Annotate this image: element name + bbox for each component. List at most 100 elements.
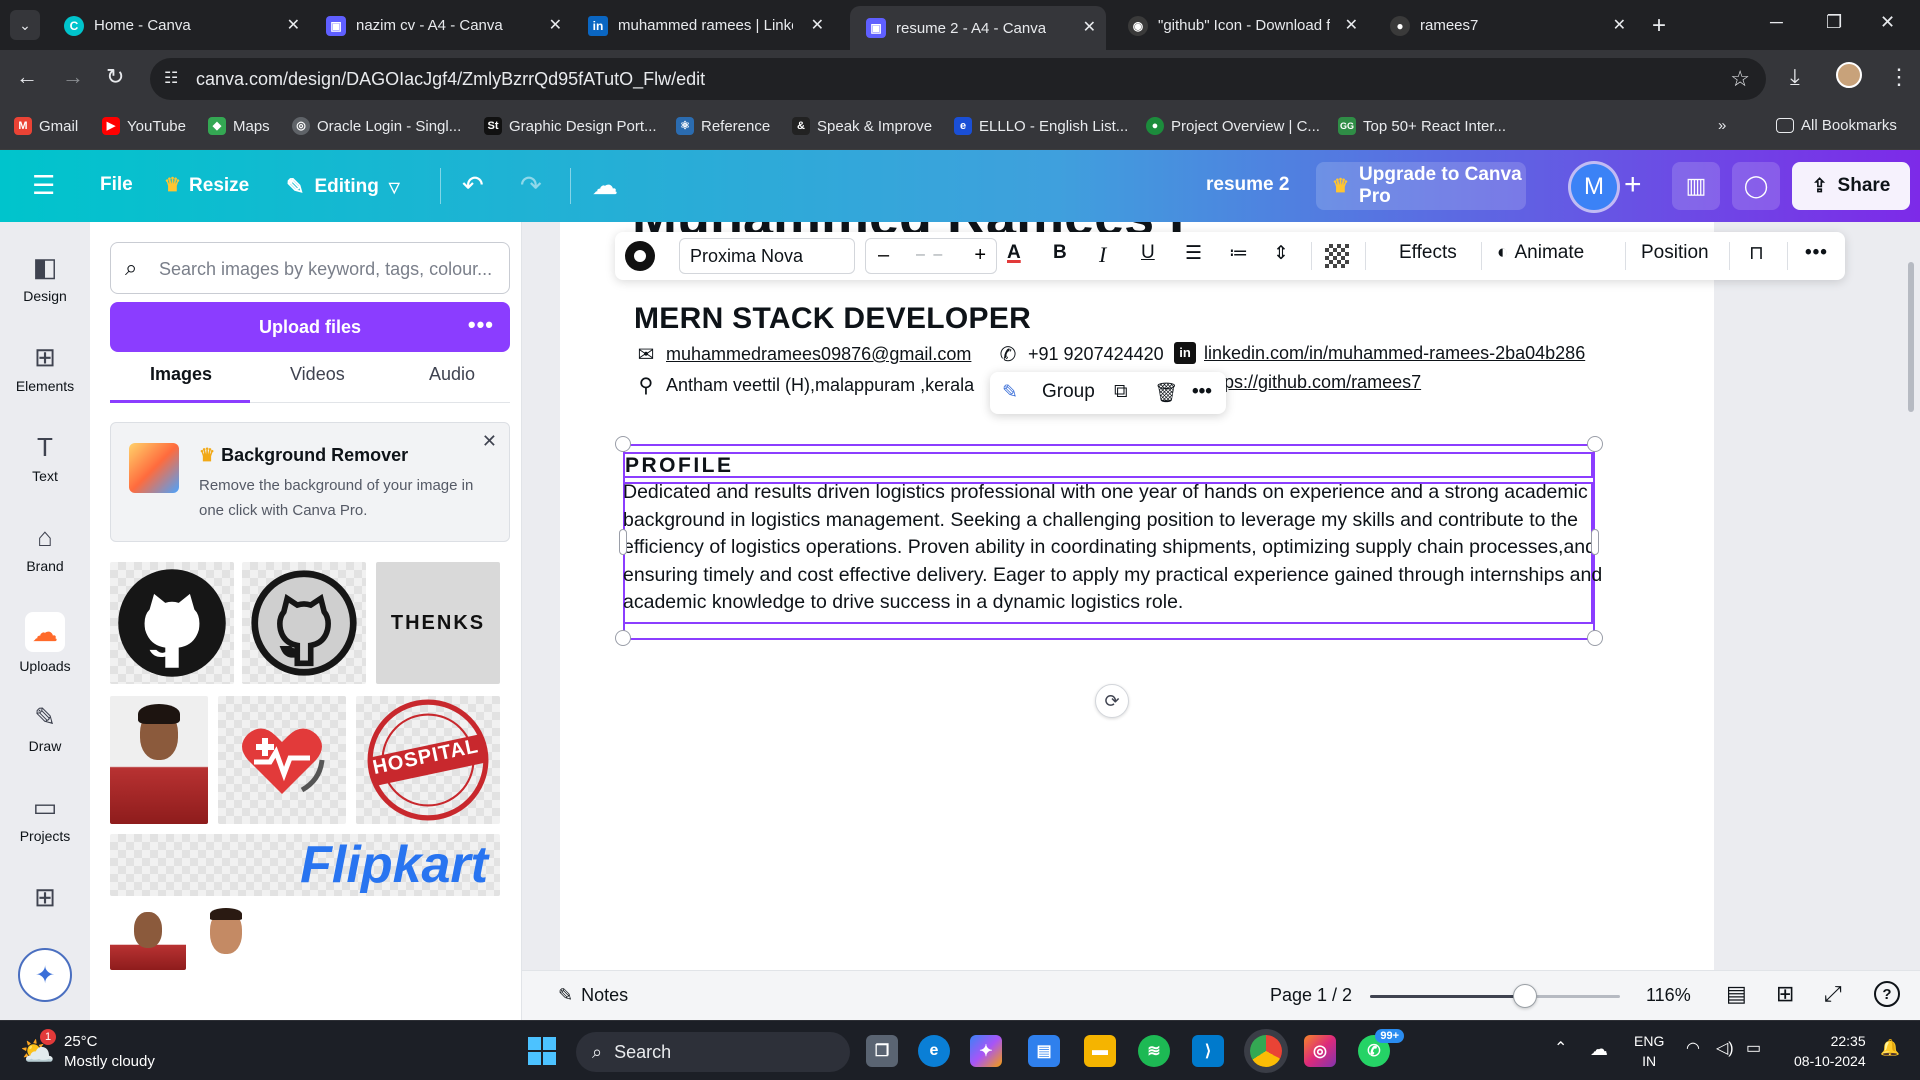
clock[interactable]: 22:35 08-10-2024: [1794, 1031, 1866, 1071]
bookmark-graphic-design[interactable]: St Graphic Design Port...: [484, 117, 657, 135]
effects-button[interactable]: Effects: [1399, 242, 1457, 264]
align-left-icon[interactable]: ☰: [1185, 242, 1202, 265]
editing-mode-dropdown[interactable]: ✎ Editing ▽: [286, 174, 400, 200]
contact-github[interactable]: ps://github.com/ramees7: [1224, 372, 1421, 393]
tab-audio[interactable]: Audio: [429, 364, 475, 385]
upload-github-outline[interactable]: [242, 562, 366, 684]
site-settings-icon[interactable]: ☷: [164, 68, 178, 88]
tab-resume-2[interactable]: ▣ resume 2 - A4 - Canva ✕: [850, 6, 1106, 50]
rail-projects[interactable]: ▭ Projects: [0, 792, 90, 844]
forward-icon[interactable]: →: [62, 64, 84, 90]
share-button[interactable]: ⇪ Share: [1792, 162, 1910, 210]
omnibox[interactable]: ☷ canva.com/design/DAGOIacJgf4/ZmlyBzrrQ…: [150, 58, 1766, 100]
font-family-dropdown[interactable]: Proxima Nova: [679, 238, 855, 274]
back-icon[interactable]: ←: [16, 64, 38, 90]
duplicate-icon[interactable]: ⧉: [1114, 381, 1128, 403]
undo-icon[interactable]: ↶: [462, 170, 484, 201]
contact-linkedin[interactable]: in linkedin.com/in/muhammed-ramees-2ba04b…: [1174, 342, 1585, 364]
volume-icon[interactable]: ◁): [1716, 1039, 1734, 1059]
grid-view-icon[interactable]: ⊞: [1776, 981, 1794, 1007]
resize-handle-top-right[interactable]: [1587, 436, 1603, 452]
file-explorer-icon[interactable]: ▬: [1084, 1035, 1116, 1067]
bookmark-ello[interactable]: e ELLLO - English List...: [954, 117, 1128, 135]
bullet-list-icon[interactable]: ≔: [1229, 242, 1248, 265]
search-box[interactable]: ⌕: [110, 242, 510, 294]
tab-github-icon[interactable]: ◉ "github" Icon - Download f ✕: [1112, 6, 1368, 44]
browser-menu-icon[interactable]: ⋮: [1888, 64, 1910, 90]
canvas-scrollbar[interactable]: [1908, 262, 1914, 412]
page-indicator[interactable]: Page 1 / 2: [1270, 985, 1352, 1006]
notifications-bell-icon[interactable]: 🔔: [1880, 1039, 1900, 1059]
font-size-value[interactable]: – –: [916, 246, 944, 264]
close-icon[interactable]: ✕: [482, 431, 497, 452]
close-window-icon[interactable]: ✕: [1880, 12, 1895, 33]
rail-design[interactable]: ◧ Design: [0, 252, 90, 304]
resize-handle-top-left[interactable]: [615, 436, 631, 452]
rail-text[interactable]: T Text: [0, 432, 90, 484]
resize-handle-bottom-right[interactable]: [1587, 630, 1603, 646]
background-remover-promo[interactable]: ♛ Background Remover Remove the backgroun…: [110, 422, 510, 542]
taskbar-search[interactable]: ⌕ Search: [576, 1032, 850, 1072]
upload-files-button[interactable]: Upload files •••: [110, 302, 510, 352]
upload-portrait-photo[interactable]: [110, 696, 208, 824]
line-spacing-icon[interactable]: ⇕: [1273, 242, 1289, 265]
redo-icon[interactable]: ↷: [520, 170, 542, 201]
tab-nazim-cv[interactable]: ▣ nazim cv - A4 - Canva ✕: [310, 6, 572, 44]
page-view-icon[interactable]: ▤: [1726, 981, 1747, 1007]
more-options-icon[interactable]: •••: [1805, 242, 1828, 264]
increase-size-icon[interactable]: +: [974, 244, 986, 267]
user-avatar[interactable]: M: [1571, 164, 1617, 210]
rail-draw[interactable]: ✎ Draw: [0, 702, 90, 754]
minimize-icon[interactable]: ─: [1770, 12, 1783, 33]
spotify-icon[interactable]: ≋: [1138, 1035, 1170, 1067]
profile-avatar[interactable]: [1836, 62, 1862, 88]
close-icon[interactable]: ✕: [1345, 15, 1358, 35]
resize-handle-bottom-left[interactable]: [615, 630, 631, 646]
download-icon[interactable]: ⤓: [1790, 64, 1800, 90]
delete-trash-icon[interactable]: 🗑: [1154, 381, 1178, 405]
group-button[interactable]: Group: [1042, 381, 1095, 403]
tab-images[interactable]: Images: [150, 364, 212, 385]
copy-style-paint-roller-icon[interactable]: ⊓: [1749, 242, 1764, 265]
bookmark-speak-improve[interactable]: & Speak & Improve: [792, 117, 932, 135]
bookmark-youtube[interactable]: ▶ YouTube: [102, 117, 186, 135]
fullscreen-icon[interactable]: ⤢: [1824, 981, 1842, 1007]
rail-apps[interactable]: ⊞: [0, 882, 90, 918]
edge-browser-icon[interactable]: e: [918, 1035, 950, 1067]
bookmark-star-icon[interactable]: ☆: [1730, 66, 1750, 92]
italic-icon[interactable]: I: [1099, 242, 1106, 268]
more-options-icon[interactable]: •••: [1192, 381, 1212, 403]
upload-thenks-logo[interactable]: THENKS: [376, 562, 500, 684]
instagram-icon[interactable]: ◎: [1304, 1035, 1336, 1067]
document-title[interactable]: resume 2: [1206, 174, 1289, 196]
insights-chart-icon[interactable]: ▥: [1672, 162, 1720, 210]
notepad-icon[interactable]: ▤: [1028, 1035, 1060, 1067]
profile-paragraph[interactable]: Dedicated and results driven logistics p…: [623, 479, 1603, 617]
tab-ramees7[interactable]: ● ramees7 ✕: [1374, 6, 1636, 44]
contact-phone[interactable]: ✆ +91 9207424420: [996, 342, 1164, 367]
tab-linkedin[interactable]: in muhammed ramees | LinkedIn ✕: [572, 6, 834, 44]
bookmark-react-interview[interactable]: GG Top 50+ React Inter...: [1338, 117, 1506, 135]
rail-brand[interactable]: ⌂ Brand: [0, 522, 90, 574]
upload-hospital-stamp[interactable]: HOSPITAL: [356, 696, 500, 824]
bookmark-maps[interactable]: ◆ Maps: [208, 117, 270, 135]
magic-sparkle-icon[interactable]: ✦: [18, 948, 72, 1002]
upgrade-button[interactable]: ♛ Upgrade to Canva Pro: [1316, 162, 1526, 210]
contact-email[interactable]: ✉ muhammedramees09876@gmail.com: [634, 342, 972, 367]
search-input[interactable]: [159, 255, 499, 283]
whatsapp-icon[interactable]: ✆ 99+: [1358, 1029, 1404, 1067]
close-icon[interactable]: ✕: [549, 15, 562, 35]
onedrive-cloud-icon[interactable]: ☁: [1590, 1039, 1608, 1059]
bookmarks-overflow-icon[interactable]: »: [1718, 117, 1726, 134]
close-icon[interactable]: ✕: [1613, 15, 1626, 35]
rotate-icon[interactable]: ⟳: [1095, 684, 1129, 718]
add-collaborator-icon[interactable]: +: [1624, 168, 1642, 202]
bold-icon[interactable]: B: [1053, 242, 1067, 264]
profile-heading[interactable]: PROFILE: [625, 454, 734, 478]
url-text[interactable]: canva.com/design/DAGOIacJgf4/ZmlyBzrrQd9…: [196, 69, 705, 90]
upload-github-black[interactable]: [110, 562, 234, 684]
comments-icon[interactable]: ◯: [1732, 162, 1780, 210]
language-indicator[interactable]: ENG IN: [1634, 1031, 1664, 1071]
heading-selection-box[interactable]: [623, 452, 1593, 478]
resize-button[interactable]: ♛ Resize: [164, 174, 249, 197]
